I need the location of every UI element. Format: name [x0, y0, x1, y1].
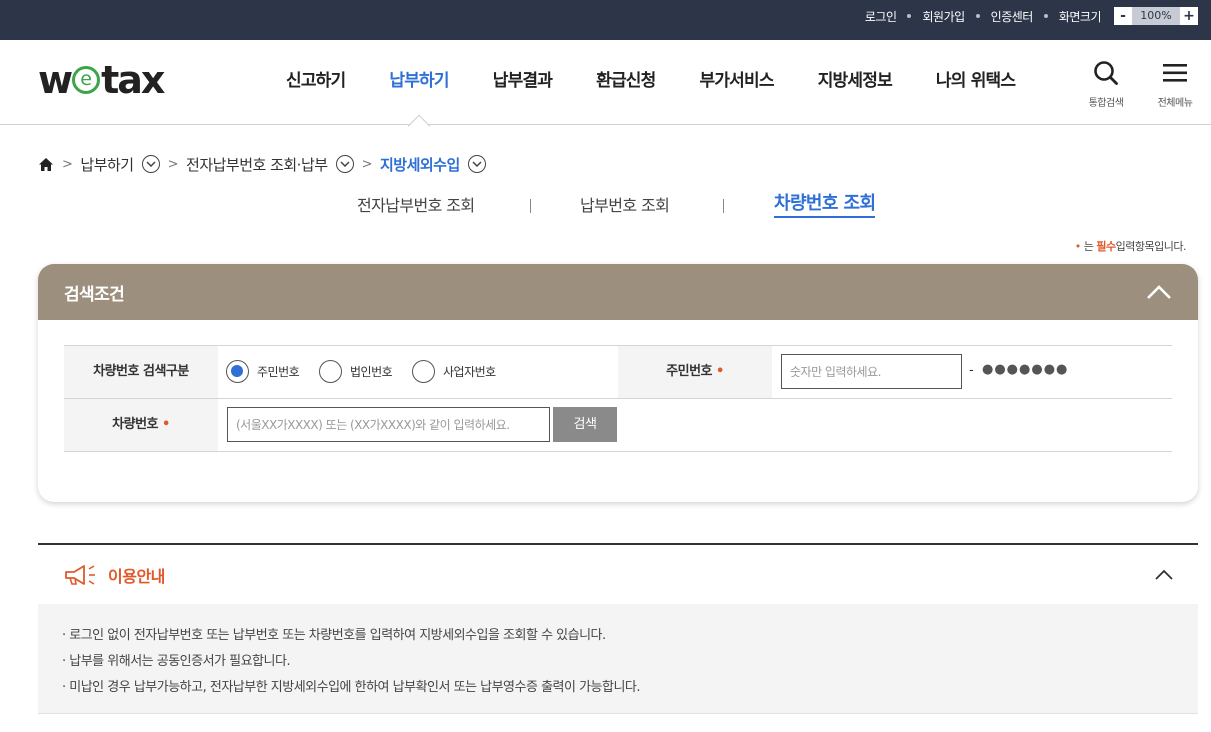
zoom-in-button[interactable]: + [1180, 7, 1198, 25]
tab-divider [530, 199, 531, 213]
radio-button[interactable] [319, 360, 342, 383]
zoom-control: - 100% + [1114, 7, 1198, 25]
signup-link[interactable]: 회원가입 [922, 8, 965, 25]
search-conditions-panel: 검색조건 차량번호 검색구분 주민번호 법인번호 사업자번호 주민번호 • 숫자… [38, 264, 1198, 502]
nav-payment-result[interactable]: 납부결과 [471, 40, 574, 125]
radio-business-number[interactable]: 사업자번호 [412, 360, 496, 383]
tab-vehicle-number[interactable]: 차량번호 조회 [774, 192, 876, 218]
chevron-right-icon: > [361, 156, 373, 172]
nav-extra-services[interactable]: 부가서비스 [678, 40, 796, 125]
panel-header: 검색조건 [38, 264, 1198, 320]
certificate-center-link[interactable]: 인증센터 [991, 8, 1034, 25]
usage-info-title: 이용안내 [108, 567, 165, 586]
tab-divider [723, 199, 724, 213]
search-type-label: 차량번호 검색구분 [64, 346, 218, 398]
chevron-right-icon: > [167, 156, 179, 172]
separator-dot [907, 14, 912, 18]
radio-corporate-number[interactable]: 법인번호 [319, 360, 393, 383]
separator-dot [1043, 14, 1048, 18]
search-form-table: 차량번호 검색구분 주민번호 법인번호 사업자번호 주민번호 • - ●●●●●… [64, 345, 1172, 452]
breadcrumb-item-current[interactable]: 지방세외수입 [380, 154, 460, 175]
breadcrumb: > 납부하기 > 전자납부번호 조회·납부 > 지방세외수입 [38, 152, 486, 176]
chevron-right-icon: > [62, 156, 73, 172]
nav-refund[interactable]: 환급신청 [574, 40, 677, 125]
chevron-down-icon[interactable] [335, 155, 354, 173]
nav-file-report[interactable]: 신고하기 [264, 40, 367, 125]
separator-dot [975, 14, 980, 18]
top-utility-bar: 로그인 회원가입 인증센터 화면크기 - 100% + [0, 0, 1211, 40]
usage-info-body: · 로그인 없이 전자납부번호 또는 납부번호 또는 차량번호를 입력하여 지방… [38, 604, 1198, 714]
screen-size-label: 화면크기 [1058, 9, 1102, 24]
chevron-down-icon[interactable] [467, 155, 486, 173]
nav-payment[interactable]: 납부하기 [367, 40, 470, 138]
usage-info-header[interactable]: 이용안내 [38, 545, 1198, 604]
nav-my-wetax[interactable]: 나의 위택스 [914, 40, 1037, 125]
search-type-row: 차량번호 검색구분 주민번호 법인번호 사업자번호 주민번호 • - ●●●●●… [64, 346, 1172, 399]
resident-number-label: 주민번호 • [618, 346, 772, 398]
utility-links: 로그인 회원가입 인증센터 화면크기 [865, 0, 1102, 32]
list-item: · 납부를 위해서는 공동인증서가 필요합니다. [62, 654, 291, 669]
chevron-down-icon[interactable] [141, 155, 160, 173]
vehicle-number-input[interactable] [227, 407, 550, 442]
main-header: w e tax 신고하기 납부하기 납부결과 환급신청 부가서비스 지방세정보 … [0, 40, 1211, 138]
nav-local-tax-info[interactable]: 지방세정보 [796, 40, 914, 125]
masked-resident-number: ●●●●●●● [982, 362, 1069, 377]
integrated-search-button[interactable]: 통합검색 [1081, 60, 1131, 109]
logo-tax: tax [101, 58, 165, 102]
radio-resident-number[interactable]: 주민번호 [226, 360, 300, 383]
search-label: 통합검색 [1088, 98, 1124, 109]
panel-title: 검색조건 [64, 285, 125, 305]
zoom-level: 100% [1132, 7, 1180, 25]
login-link[interactable]: 로그인 [865, 8, 897, 25]
chevron-up-icon[interactable] [1146, 280, 1172, 304]
vehicle-number-row: 차량번호 • 검색 [64, 399, 1172, 452]
resident-number-input[interactable] [781, 354, 962, 389]
wetax-logo[interactable]: w e tax [38, 58, 165, 102]
required-fields-note: • 는 필수입력항목입니다. [1074, 240, 1187, 253]
home-icon[interactable] [38, 157, 54, 172]
number-dash: - [969, 363, 974, 378]
radio-button-checked[interactable] [226, 360, 249, 383]
chevron-up-icon[interactable] [1154, 567, 1174, 583]
list-item: · 로그인 없이 전자납부번호 또는 납부번호 또는 차량번호를 입력하여 지방… [62, 628, 606, 643]
list-item: · 미납인 경우 납부가능하고, 전자납부한 지방세외수입에 한하여 납부확인서… [62, 680, 641, 695]
breadcrumb-item-electronic-payment[interactable]: 전자납부번호 조회·납부 [186, 154, 328, 175]
search-icon [1094, 61, 1118, 85]
zoom-out-button[interactable]: - [1114, 7, 1132, 25]
all-menu-button[interactable]: 전체메뉴 [1150, 60, 1200, 109]
global-nav: 신고하기 납부하기 납부결과 환급신청 부가서비스 지방세정보 나의 위택스 [264, 40, 1037, 138]
radio-button[interactable] [412, 360, 435, 383]
nav-payment-label: 납부하기 [389, 71, 449, 91]
vehicle-number-label: 차량번호 • [64, 399, 218, 451]
logo-e-circle: e [72, 66, 101, 94]
tab-electronic-payment-number[interactable]: 전자납부번호 조회 [357, 194, 475, 220]
menu-label: 전체메뉴 [1157, 98, 1193, 109]
active-nav-caret [407, 114, 431, 138]
logo-w: w [38, 58, 73, 102]
breadcrumb-item-payment[interactable]: 납부하기 [80, 154, 134, 175]
megaphone-icon [65, 565, 95, 585]
hamburger-icon [1163, 64, 1187, 82]
search-button[interactable]: 검색 [553, 407, 617, 442]
tab-payment-number[interactable]: 납부번호 조회 [580, 194, 670, 220]
